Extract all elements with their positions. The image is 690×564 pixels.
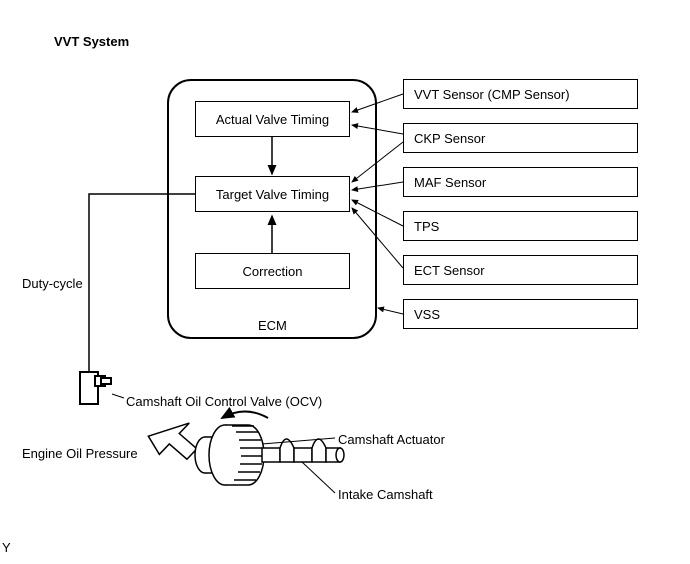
ocv-icon xyxy=(80,372,124,404)
diagram-lines xyxy=(0,0,690,564)
oil-pressure-arrow-icon xyxy=(146,416,201,460)
camshaft-assembly-icon xyxy=(195,412,344,486)
